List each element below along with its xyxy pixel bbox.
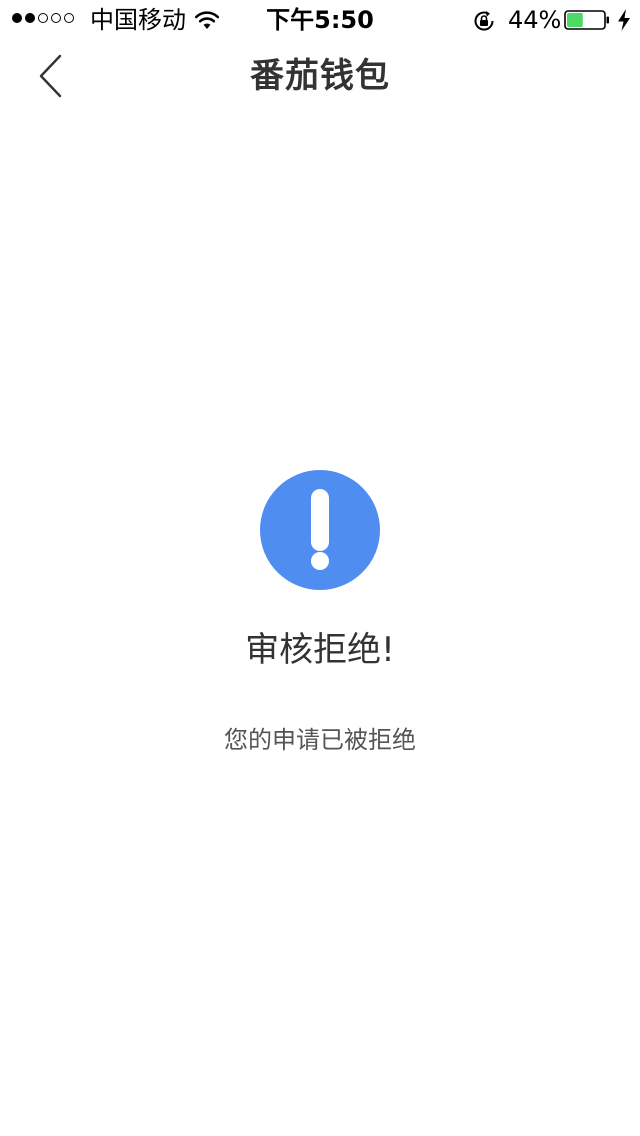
result-title: 审核拒绝! [245,630,395,670]
rotation-lock-icon [474,11,494,31]
battery-icon [564,10,609,30]
page-title: 番茄钱包 [250,56,390,96]
navigation-bar: 番茄钱包 [0,40,640,128]
result-description: 您的申请已被拒绝 [224,726,416,754]
status-bar: 中国移动 下午5:50 44% [0,0,640,40]
battery-percentage: 44% [508,6,562,34]
charging-bolt-icon [618,9,630,31]
exclamation-circle-icon [260,470,380,590]
battery-level-fill [567,13,583,27]
